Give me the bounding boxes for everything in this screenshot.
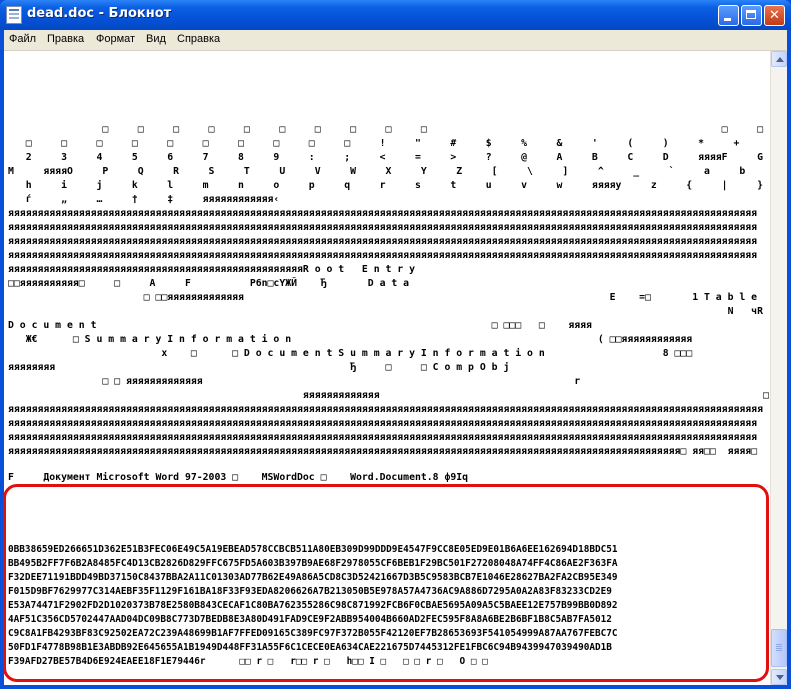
text-line: D o c u m e n t □ □□□ □ яяяя [8,320,592,331]
text-line: □ □□яяяяяяяяяяяяя E =□ 1 T a b l e [8,292,758,303]
text-line: яяяяяяяяяяяяяяяяяяяяяяяяяяяяяяяяяяяяяяяя… [8,236,758,247]
text-line: □ □ □ □ □ □ □ □ □ □ □ □ □ □ □ □ □ □ [102,124,763,135]
menu-view[interactable]: Вид [146,33,166,45]
text-line: N чR W o r d [8,306,770,317]
text-line: □ □ яяяяяяяяяяяяя r [8,376,581,387]
text-line: яяяяяяяяяяяяяяяяяяяяяяяяяяяяяяяяяяяяяяяя… [8,208,758,219]
text-line: яяяяяяяяяяяяяяяяяяяяяяяяяяяяяяяяяяяяяяяя… [8,264,770,275]
scroll-up-button[interactable] [771,51,787,67]
menu-help[interactable]: Справка [177,33,220,45]
scroll-down-button[interactable] [771,669,787,685]
text-line: x □ □ D o c u m e n t S u m m a r y I n … [8,348,693,359]
menu-file[interactable]: Файл [9,33,36,45]
notepad-window: dead.doc - Блокнот Файл Правка Формат Ви… [0,0,791,689]
title-bar[interactable]: dead.doc - Блокнот [0,0,791,30]
text-line: Ж€ □ S u m m a r y I n f o r m a t i o n… [8,334,693,345]
text-line: ѓ „ … † ‡ яяяяяяяяяяяя‹ [8,194,280,205]
text-line: яяяяяяяяяяяяя □ [8,390,769,401]
vertical-scrollbar[interactable] [770,51,787,685]
minimize-button[interactable] [718,5,739,26]
text-line: □□яяяяяяяяяя□ □ A F P6n□cYЖЙ Ђ D a t a [8,278,410,289]
menu-edit[interactable]: Правка [47,33,84,45]
text-line: □ □ □ □ □ □ □ □ □ □ ! " # $ % & ' ( ) * … [25,138,770,149]
notepad-icon[interactable] [6,6,22,24]
text-line: яяяяяяяя Ђ □ □ C o m p O b j [8,362,510,373]
red-highlight-annotation [3,484,769,682]
window-title: dead.doc - Блокнот [27,6,172,21]
text-line: яяяяяяяяяяяяяяяяяяяяяяяяяяяяяяяяяяяяяяяя… [8,222,758,233]
text-line: h i j k l m n o p q r s t u v w яяяяу z … [25,180,763,191]
maximize-button[interactable] [741,5,762,26]
text-line: яяяяяяяяяяяяяяяяяяяяяяяяяяяяяяяяяяяяяяяя… [8,418,758,429]
text-line: F Документ Microsoft Word 97-2003 □ MSWo… [8,472,469,483]
text-line: яяяяяяяяяяяяяяяяяяяяяяяяяяяяяяяяяяяяяяяя… [8,432,758,443]
close-button[interactable] [764,5,785,26]
text-line: M яяяяO P Q R S T U V W X Y Z [ \ ] ^ _ … [8,166,746,177]
scroll-thumb[interactable] [771,629,787,667]
text-line: яяяяяяяяяяяяяяяяяяяяяяяяяяяяяяяяяяяяяяяя… [8,446,770,457]
menu-format[interactable]: Формат [96,33,135,45]
menu-bar: Файл Правка Формат Вид Справка [4,30,787,51]
text-line: яяяяяяяяяяяяяяяяяяяяяяяяяяяяяяяяяяяяяяяя… [8,250,758,261]
text-line: яяяяяяяяяяяяяяяяяяяяяяяяяяяяяяяяяяяяяяяя… [8,404,763,415]
text-line: 2 3 4 5 6 7 8 9 : ; < = > ? @ A B C D яя… [25,152,763,163]
